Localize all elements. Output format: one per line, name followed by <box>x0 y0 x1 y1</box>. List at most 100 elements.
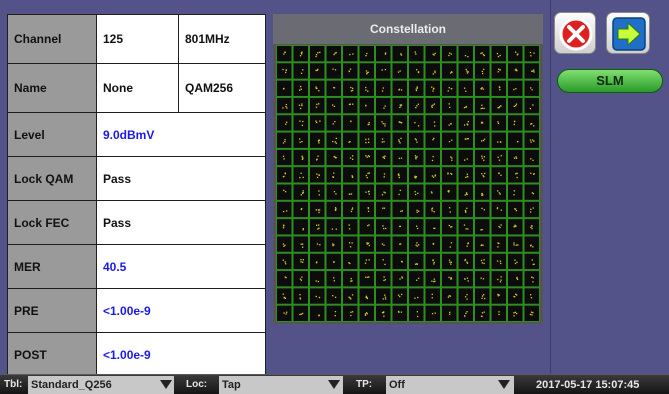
constellation-symbol <box>497 246 499 248</box>
constellation-symbol <box>333 190 336 193</box>
constellation-symbol <box>301 103 303 105</box>
constellation-symbol <box>516 277 518 279</box>
constellation-symbol <box>465 211 467 213</box>
constellation-symbol <box>348 242 351 244</box>
constellation-symbol <box>365 138 367 141</box>
constellation-cell <box>342 235 359 253</box>
constellation-symbol <box>466 311 468 313</box>
constellation-symbol <box>368 244 370 247</box>
tbl-dropdown-icon[interactable] <box>160 380 172 389</box>
constellation-symbol <box>467 71 469 73</box>
constellation-symbol <box>302 259 305 261</box>
slm-button[interactable]: SLM <box>557 69 663 93</box>
close-button[interactable] <box>554 12 596 54</box>
constellation-cell <box>424 287 441 305</box>
constellation-symbol <box>334 310 337 313</box>
constellation-cell <box>292 79 309 97</box>
constellation-symbol <box>433 227 435 229</box>
constellation-cell <box>441 148 458 167</box>
constellation-symbol <box>365 174 367 177</box>
right-panel <box>550 0 669 374</box>
constellation-symbol <box>384 279 387 281</box>
constellation-symbol <box>381 69 383 71</box>
tp-dropdown-icon[interactable] <box>498 380 510 389</box>
constellation-symbol <box>466 70 468 72</box>
constellation-symbol <box>334 207 337 209</box>
tbl-select[interactable]: Standard_Q256 <box>28 376 174 394</box>
constellation-symbol <box>414 155 417 157</box>
constellation-cell <box>342 218 359 236</box>
loc-dropdown-icon[interactable] <box>328 380 340 389</box>
constellation-cell <box>507 45 524 63</box>
constellation-symbol <box>449 52 451 54</box>
constellation-symbol <box>350 314 352 317</box>
constellation-symbol <box>513 194 515 196</box>
constellation-symbol <box>530 87 532 89</box>
constellation-symbol <box>384 53 387 55</box>
constellation-symbol <box>285 210 288 212</box>
constellation-symbol <box>498 86 501 88</box>
constellation-symbol <box>482 53 485 56</box>
constellation-symbol <box>433 278 435 280</box>
constellation-symbol <box>431 106 433 109</box>
constellation-symbol <box>282 142 285 144</box>
constellation-symbol <box>480 107 482 110</box>
constellation-symbol <box>300 243 302 245</box>
constellation-symbol <box>299 297 301 299</box>
constellation-symbol <box>299 138 301 140</box>
constellation-symbol <box>484 297 486 300</box>
constellation-symbol <box>415 89 418 92</box>
constellation-symbol <box>349 68 352 70</box>
constellation-symbol <box>482 194 484 196</box>
constellation-cell <box>292 131 309 149</box>
constellation-symbol <box>448 224 450 227</box>
constellation-symbol <box>431 175 434 177</box>
constellation-symbol <box>384 296 387 298</box>
constellation-symbol <box>334 141 336 143</box>
constellation-cell <box>391 200 408 219</box>
constellation-cell <box>375 114 392 132</box>
constellation-symbol <box>368 259 370 261</box>
constellation-symbol <box>500 209 502 211</box>
tp-select[interactable]: Off <box>386 376 514 394</box>
constellation-cell <box>309 183 326 201</box>
tbl-label: Tbl: <box>4 379 23 390</box>
constellation-symbol <box>431 86 433 88</box>
constellation-cell <box>309 148 326 167</box>
constellation-symbol <box>382 122 384 125</box>
arrow-right-icon <box>612 17 646 51</box>
constellation-symbol <box>384 294 386 296</box>
constellation-symbol <box>351 175 353 177</box>
constellation-symbol <box>530 311 533 313</box>
loc-select[interactable]: Tap <box>219 376 343 394</box>
close-icon <box>559 17 593 51</box>
constellation-symbol <box>301 124 304 127</box>
constellation-cell <box>441 131 458 149</box>
constellation-cell <box>441 114 458 132</box>
constellation-cell <box>358 96 375 115</box>
constellation-symbol <box>480 259 483 262</box>
constellation-symbol <box>350 193 353 195</box>
constellation-cell <box>490 79 507 97</box>
constellation-symbol <box>352 158 354 161</box>
constellation-cell <box>474 200 491 219</box>
constellation-symbol <box>315 121 318 124</box>
constellation-symbol <box>368 276 370 278</box>
constellation-symbol <box>383 191 385 193</box>
constellation-symbol <box>447 90 449 92</box>
next-button[interactable] <box>606 12 650 54</box>
constellation-symbol <box>282 293 284 295</box>
constellation-symbol <box>496 260 499 262</box>
constellation-symbol <box>366 297 369 300</box>
constellation-symbol <box>517 244 519 246</box>
constellation-symbol <box>367 138 370 140</box>
constellation-symbol <box>513 190 516 192</box>
constellation-symbol <box>529 139 532 141</box>
constellation-symbol <box>481 193 483 195</box>
constellation-symbol <box>447 296 450 298</box>
constellation-symbol <box>496 52 499 55</box>
constellation-cell <box>375 45 392 63</box>
constellation-symbol <box>383 157 386 160</box>
constellation-symbol <box>318 190 320 192</box>
constellation-symbol <box>448 103 450 105</box>
